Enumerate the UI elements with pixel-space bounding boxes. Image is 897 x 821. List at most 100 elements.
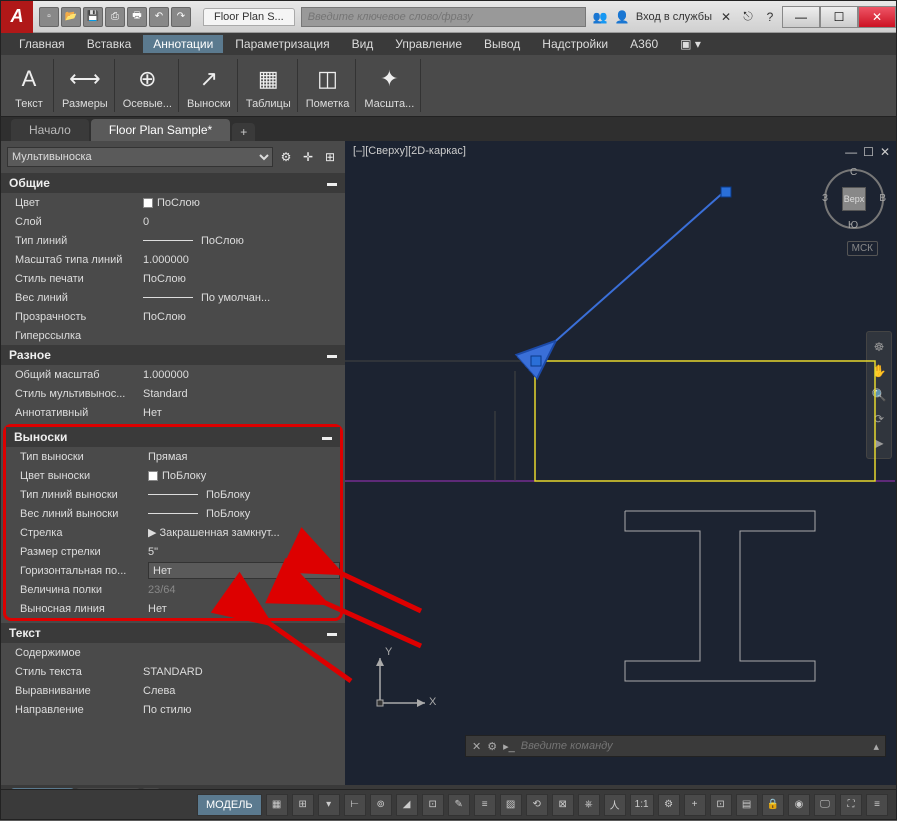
dynamic-ucs-icon[interactable]: ⎈	[578, 794, 600, 816]
property-row[interactable]: Слой0	[1, 212, 345, 231]
menu-вывод[interactable]: Вывод	[474, 35, 530, 53]
lineweight-icon[interactable]: ≡	[474, 794, 496, 816]
ribbon-[interactable]: ◫Пометка	[300, 59, 357, 112]
command-line[interactable]: ✕ ⚙ ▸_ ▴	[465, 735, 886, 757]
property-value[interactable]: 23/64	[144, 584, 340, 596]
property-select[interactable]: Нет	[148, 562, 340, 579]
cmd-history-icon[interactable]: ▴	[873, 740, 879, 753]
menu-параметризация[interactable]: Параметризация	[225, 35, 339, 53]
property-value[interactable]: Нет	[144, 603, 340, 615]
annoscale-icon[interactable]: 人	[604, 794, 626, 816]
ribbon-[interactable]: ↗Выноски	[181, 59, 238, 112]
property-row[interactable]: ВыравниваниеСлева	[1, 681, 345, 700]
property-value[interactable]: 1.000000	[139, 369, 345, 381]
property-value[interactable]: 5"	[144, 546, 340, 558]
open-icon[interactable]: 📂	[61, 7, 81, 27]
property-row[interactable]: Стиль текстаSTANDARD	[1, 662, 345, 681]
property-row[interactable]: Тип линий ПоСлою	[1, 231, 345, 250]
property-value[interactable]: 0	[139, 216, 345, 228]
property-value[interactable]: Standard	[139, 388, 345, 400]
ribbon-[interactable]: ⟷Размеры	[56, 59, 115, 112]
search-input[interactable]	[301, 7, 586, 27]
property-row[interactable]: НаправлениеПо стилю	[1, 700, 345, 719]
property-value[interactable]: ПоБлоку	[144, 489, 340, 501]
menu-управление[interactable]: Управление	[385, 35, 472, 53]
property-value[interactable]: STANDARD	[139, 666, 345, 678]
save-icon[interactable]: 💾	[83, 7, 103, 27]
osnap-icon[interactable]: ⊡	[422, 794, 444, 816]
property-row[interactable]: Гиперссылка	[1, 326, 345, 345]
category-misc-header[interactable]: Разное▬	[1, 345, 345, 365]
hardware-icon[interactable]: 🖵	[814, 794, 836, 816]
property-row[interactable]: Цвет выноски ПоБлоку	[6, 466, 340, 485]
category-general-header[interactable]: Общие▬	[1, 173, 345, 193]
property-row[interactable]: Горизонтальная по...Нет	[6, 561, 340, 580]
property-value[interactable]: По умолчан...	[139, 292, 345, 304]
property-value[interactable]: Прямая	[144, 451, 340, 463]
property-value[interactable]: По стилю	[139, 704, 345, 716]
cmd-close-icon[interactable]: ✕	[472, 740, 481, 753]
redo-icon[interactable]: ↷	[171, 7, 191, 27]
menu-вставка[interactable]: Вставка	[77, 35, 142, 53]
cleanscreen-icon[interactable]: ⛶	[840, 794, 862, 816]
property-value[interactable]: ▶ Закрашенная замкнут...	[144, 526, 340, 539]
command-input[interactable]	[521, 740, 868, 752]
modelspace-button[interactable]: МОДЕЛЬ	[197, 794, 262, 816]
select-objects-icon[interactable]: ✛	[299, 148, 317, 166]
object-type-select[interactable]: Мультивыноска	[7, 147, 273, 167]
menu-overflow-icon[interactable]: ▣ ▾	[670, 35, 711, 53]
workspace-icon[interactable]: ⚙	[658, 794, 680, 816]
quick-select-icon[interactable]: ⚙	[277, 148, 295, 166]
menu-a360[interactable]: A360	[620, 35, 668, 53]
property-row[interactable]: Величина полки23/64	[6, 580, 340, 599]
exchange-icon[interactable]: ✕	[718, 9, 734, 25]
grid-icon[interactable]: ▦	[266, 794, 288, 816]
3dosnap-icon[interactable]: ⊠	[552, 794, 574, 816]
signin-label[interactable]: Вход в службы	[636, 11, 712, 23]
ucs-icon[interactable]: X Y	[365, 648, 435, 721]
infer-icon[interactable]: ▾	[318, 794, 340, 816]
customize-status-icon[interactable]: ≡	[866, 794, 888, 816]
annomonitor-icon[interactable]: +	[684, 794, 706, 816]
polar-icon[interactable]: ⊚	[370, 794, 392, 816]
property-row[interactable]: Стиль печатиПоСлою	[1, 269, 345, 288]
active-doc-tab[interactable]: Floor Plan Sample*	[91, 119, 230, 141]
property-row[interactable]: Тип линий выноски ПоБлоку	[6, 485, 340, 504]
print-icon[interactable]: 🖶	[127, 7, 147, 27]
toggle-pickadd-icon[interactable]: ⊞	[321, 148, 339, 166]
property-row[interactable]: ПрозрачностьПоСлою	[1, 307, 345, 326]
property-value[interactable]: 1.000000	[139, 254, 345, 266]
isodraft-icon[interactable]: ◢	[396, 794, 418, 816]
scale-label[interactable]: 1:1	[630, 794, 654, 816]
property-row[interactable]: Вес линий По умолчан...	[1, 288, 345, 307]
property-row[interactable]: Вес линий выноски ПоБлоку	[6, 504, 340, 523]
category-leaders-header[interactable]: Выноски▬	[6, 427, 340, 447]
property-value[interactable]: ПоСлою	[139, 273, 345, 285]
ribbon-[interactable]: AТекст	[5, 59, 54, 112]
property-value[interactable]: ПоСлою	[139, 235, 345, 247]
property-row[interactable]: Выносная линияНет	[6, 599, 340, 618]
lock-ui-icon[interactable]: 🔒	[762, 794, 784, 816]
property-row[interactable]: Стрелка▶ Закрашенная замкнут...	[6, 523, 340, 542]
property-value[interactable]: Нет	[144, 562, 340, 579]
user-icon[interactable]: 👥	[592, 9, 608, 25]
new-icon[interactable]: ▫	[39, 7, 59, 27]
property-row[interactable]: Общий масштаб1.000000	[1, 365, 345, 384]
menu-надстройки[interactable]: Надстройки	[532, 35, 618, 53]
viewport[interactable]: [–][Сверху][2D-каркас] — ☐ ✕ Верх С Ю З …	[345, 141, 896, 785]
property-row[interactable]: АннотативныйНет	[1, 403, 345, 422]
property-value[interactable]: Слева	[139, 685, 345, 697]
property-row[interactable]: Масштаб типа линий1.000000	[1, 250, 345, 269]
ribbon-[interactable]: ⊕Осевые...	[117, 59, 179, 112]
menu-главная[interactable]: Главная	[9, 35, 75, 53]
start-tab[interactable]: Начало	[11, 119, 89, 141]
cycling-icon[interactable]: ⟲	[526, 794, 548, 816]
isolate-icon[interactable]: ◉	[788, 794, 810, 816]
undo-icon[interactable]: ↶	[149, 7, 169, 27]
close-button[interactable]: ✕	[858, 6, 896, 28]
property-value[interactable]: ПоСлою	[139, 311, 345, 323]
cmd-customize-icon[interactable]: ⚙	[487, 740, 497, 753]
property-row[interactable]: Цвет ПоСлою	[1, 193, 345, 212]
property-value[interactable]: ПоСлою	[139, 197, 345, 209]
ribbon-[interactable]: ✦Масшта...	[358, 59, 421, 112]
